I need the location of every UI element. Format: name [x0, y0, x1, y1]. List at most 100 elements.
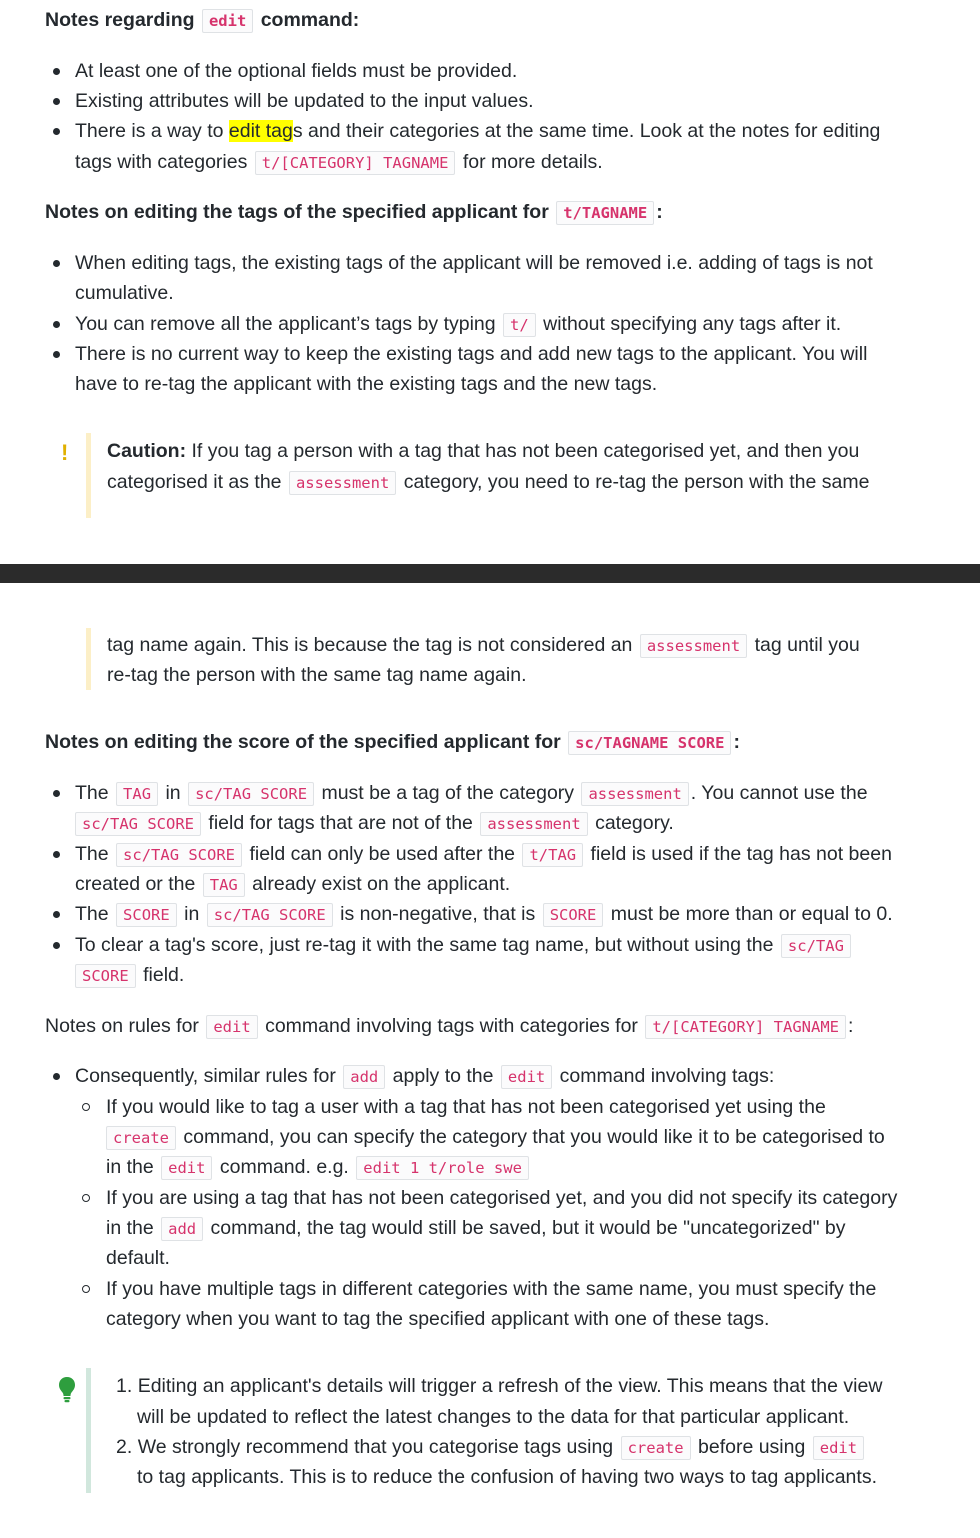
- code-sc-tag: sc/TAG: [780, 934, 851, 958]
- code-sc-tag-score: sc/TAG SCORE: [206, 903, 333, 927]
- sub-list-item: If you are using a tag that has not been…: [106, 1183, 897, 1213]
- list-item-text: in: [165, 782, 181, 804]
- code-tag: TAG: [202, 873, 245, 897]
- heading-text: command involving tags with categories f…: [265, 1015, 638, 1037]
- page-divider: [0, 564, 980, 583]
- code-assessment: assessment: [288, 471, 397, 495]
- sub-list-item: If you have multiple tags in different c…: [106, 1274, 876, 1304]
- list-item-text: created or the: [75, 873, 196, 895]
- heading-text: :: [656, 201, 663, 223]
- list-item-text: command, you can specify the category th…: [183, 1126, 885, 1148]
- code-score: SCORE: [75, 964, 136, 988]
- lightbulb-icon: [59, 1377, 75, 1403]
- code-assessment: assessment: [639, 634, 748, 658]
- caution-text: tag until you: [754, 634, 860, 656]
- list-item-text: . You cannot use the: [690, 782, 868, 804]
- bullet: [53, 351, 60, 358]
- heading-text: Notes on editing the score of the specif…: [45, 731, 561, 753]
- list-item-text: s and their categories at the same time.…: [292, 120, 881, 142]
- list-item-text: The: [75, 782, 109, 804]
- tip-item: 2. We strongly recommend that you catego…: [116, 1432, 866, 1463]
- heading-text: :: [847, 1015, 854, 1037]
- list-item-text: If you would like to tag a user with a t…: [106, 1096, 826, 1118]
- bullet: [53, 128, 60, 135]
- heading-text: Notes on rules for: [45, 1015, 199, 1037]
- sub-list-item-continuation: default.: [106, 1243, 170, 1273]
- list-item: There is a way to edit tags and their ca…: [75, 116, 880, 146]
- code-tagname: t/TAGNAME: [556, 201, 655, 225]
- list-item-continuation: cumulative.: [75, 278, 174, 308]
- document-page: Notes regarding edit command: At least o…: [0, 0, 980, 1538]
- bullet: [53, 851, 60, 858]
- list-item: Existing attributes will be updated to t…: [75, 86, 534, 116]
- list-item-text: field can only be used after the: [249, 843, 516, 865]
- edit-notes-heading: Notes regarding edit command:: [45, 5, 359, 36]
- code-tag-category: t/[CATEGORY] TAGNAME: [645, 1015, 846, 1039]
- bullet: [53, 98, 60, 105]
- tip-text: Editing an applicant's details will trig…: [137, 1375, 883, 1397]
- list-item-text: There is a way to: [75, 120, 224, 142]
- code-score: SCORE: [116, 903, 177, 927]
- caution-line: re-tag the person with the same tag name…: [107, 660, 527, 690]
- code-add: add: [161, 1217, 204, 1241]
- sub-list-item: If you would like to tag a user with a t…: [106, 1092, 826, 1122]
- list-item-text: already exist on the applicant.: [252, 873, 511, 895]
- bullet: [53, 911, 60, 918]
- list-item-text: command involving tags:: [559, 1065, 775, 1087]
- code-assessment: assessment: [480, 812, 588, 836]
- code-t: t/: [503, 313, 536, 337]
- list-item-text: There is no current way to keep the exis…: [75, 343, 868, 365]
- list-item-text: When editing tags, the existing tags of …: [75, 252, 873, 274]
- list-item-text: command, the tag would still be saved, b…: [210, 1217, 846, 1239]
- list-item: Consequently, similar rules for add appl…: [75, 1061, 774, 1092]
- tags-notes-heading: Notes on editing the tags of the specifi…: [45, 197, 663, 228]
- list-item-continuation: tags with categories t/[CATEGORY] TAGNAM…: [75, 147, 603, 178]
- list-item-text: in the: [106, 1217, 154, 1239]
- list-item-text: The: [75, 903, 109, 925]
- tip-number: 1.: [116, 1375, 133, 1397]
- bullet: [53, 260, 60, 267]
- tip-text: will be updated to reflect the latest ch…: [137, 1406, 850, 1428]
- list-item-text: If you have multiple tags in different c…: [106, 1278, 877, 1300]
- list-item-continuation: have to re-tag the applicant with the ex…: [75, 369, 657, 399]
- code-tag-category: t/[CATEGORY] TAGNAME: [254, 151, 456, 175]
- tip-item: 1. Editing an applicant's details will t…: [116, 1371, 882, 1401]
- list-item: The SCORE in sc/TAG SCORE is non-negativ…: [75, 899, 893, 930]
- caution-line: tag name again. This is because the tag …: [107, 630, 860, 661]
- list-item-text: without specifying any tags after it.: [543, 313, 842, 335]
- list-item-text: To clear a tag's score, just re-tag it w…: [75, 934, 774, 956]
- code-assessment: assessment: [581, 782, 689, 806]
- list-item-text: command. e.g.: [219, 1156, 349, 1178]
- list-item-text: field.: [143, 964, 185, 986]
- list-item: The TAG in sc/TAG SCORE must be a tag of…: [75, 778, 868, 809]
- bullet: [53, 790, 60, 797]
- tip-number: 2.: [116, 1436, 133, 1458]
- code-create: create: [620, 1436, 691, 1460]
- code-score: SCORE: [542, 903, 604, 927]
- code-edit: edit: [161, 1156, 213, 1180]
- bullet: [53, 68, 60, 75]
- code-sc-tag-score: sc/TAG SCORE: [116, 843, 243, 867]
- highlighted-text: edit tag: [228, 120, 293, 142]
- bullet: [53, 1073, 60, 1080]
- tip-text: before using: [698, 1436, 806, 1458]
- heading-text: :: [733, 731, 740, 753]
- list-item-text: Existing attributes will be updated to t…: [75, 90, 534, 112]
- caution-text: category, you need to re-tag the person …: [403, 471, 870, 493]
- code-edit: edit: [500, 1065, 553, 1089]
- caution-text: If you tag a person with a tag that has …: [191, 440, 860, 462]
- list-item-text: apply to the: [392, 1065, 494, 1087]
- code-edit: edit: [206, 1015, 258, 1039]
- list-item-text: The: [75, 843, 109, 865]
- list-item-text: must be more than or equal to 0.: [610, 903, 893, 925]
- code-sc-tag-score: sc/TAG SCORE: [188, 782, 315, 806]
- bullet: [53, 321, 60, 328]
- bullet: [53, 942, 60, 949]
- code-edit: edit: [812, 1436, 865, 1460]
- list-item-text: in: [184, 903, 200, 925]
- list-item-text: have to re-tag the applicant with the ex…: [75, 373, 658, 395]
- code-example: edit 1 t/role swe: [356, 1156, 529, 1180]
- list-item-text: in the: [106, 1156, 154, 1178]
- caution-label: Caution:: [107, 440, 187, 462]
- heading-text: Notes regarding: [45, 9, 195, 31]
